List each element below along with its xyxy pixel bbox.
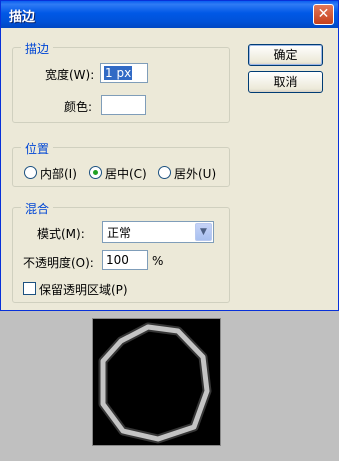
stroke-dialog: 描边 ✕ 描边 宽度(W): 1 px 颜色: 位置 内部(I) 居中(C) 居… xyxy=(0,0,339,311)
stroke-group-title: 描边 xyxy=(21,40,54,57)
cancel-button[interactable]: 取消 xyxy=(248,71,323,93)
width-label: 宽度(W): xyxy=(45,68,95,82)
width-value: 1 px xyxy=(104,66,133,80)
window-title: 描边 xyxy=(9,10,36,25)
preserve-transparency-label: 保留透明区域(P) xyxy=(39,283,128,297)
close-button[interactable]: ✕ xyxy=(313,4,334,25)
stroke-preview xyxy=(92,318,221,446)
radio-outside-label: 居外(U) xyxy=(174,167,217,181)
title-bar[interactable]: 描边 ✕ xyxy=(1,1,338,28)
preserve-transparency-checkbox[interactable] xyxy=(23,282,36,295)
blend-group-title: 混合 xyxy=(21,200,54,217)
radio-center-label: 居中(C) xyxy=(105,167,147,181)
ok-button-label: 确定 xyxy=(273,48,298,62)
stroke-group: 描边 宽度(W): 1 px 颜色: xyxy=(12,40,230,123)
radio-selected-dot xyxy=(93,170,98,175)
opacity-input[interactable]: 100 xyxy=(102,250,148,270)
radio-outside[interactable]: 居外(U) xyxy=(158,165,224,181)
radio-inside-button[interactable] xyxy=(24,166,37,179)
blend-group: 混合 模式(M): 正常 ▼ 不透明度(O): 100 % 保留透明区域(P) xyxy=(12,200,230,303)
cancel-button-label: 取消 xyxy=(273,75,298,89)
opacity-unit: % xyxy=(152,254,164,268)
radio-inside[interactable]: 内部(I) xyxy=(24,165,84,181)
radio-center[interactable]: 居中(C) xyxy=(89,165,153,181)
color-label: 颜色: xyxy=(64,100,93,114)
mode-value: 正常 xyxy=(107,226,132,240)
chevron-down-icon[interactable]: ▼ xyxy=(195,223,212,241)
ok-button[interactable]: 确定 xyxy=(248,44,323,66)
close-icon: ✕ xyxy=(317,6,330,22)
radio-center-button[interactable] xyxy=(89,166,102,179)
radio-inside-label: 内部(I) xyxy=(40,167,77,181)
color-swatch[interactable] xyxy=(101,95,146,115)
opacity-value: 100 xyxy=(106,253,129,267)
position-group: 位置 内部(I) 居中(C) 居外(U) xyxy=(12,140,230,187)
radio-outside-button[interactable] xyxy=(158,166,171,179)
mode-select[interactable]: 正常 ▼ xyxy=(102,221,214,243)
preview-heptagon-icon xyxy=(98,322,212,444)
opacity-label: 不透明度(O): xyxy=(23,256,94,270)
width-input[interactable]: 1 px xyxy=(100,63,148,83)
mode-label: 模式(M): xyxy=(37,227,85,241)
position-group-title: 位置 xyxy=(21,140,54,157)
